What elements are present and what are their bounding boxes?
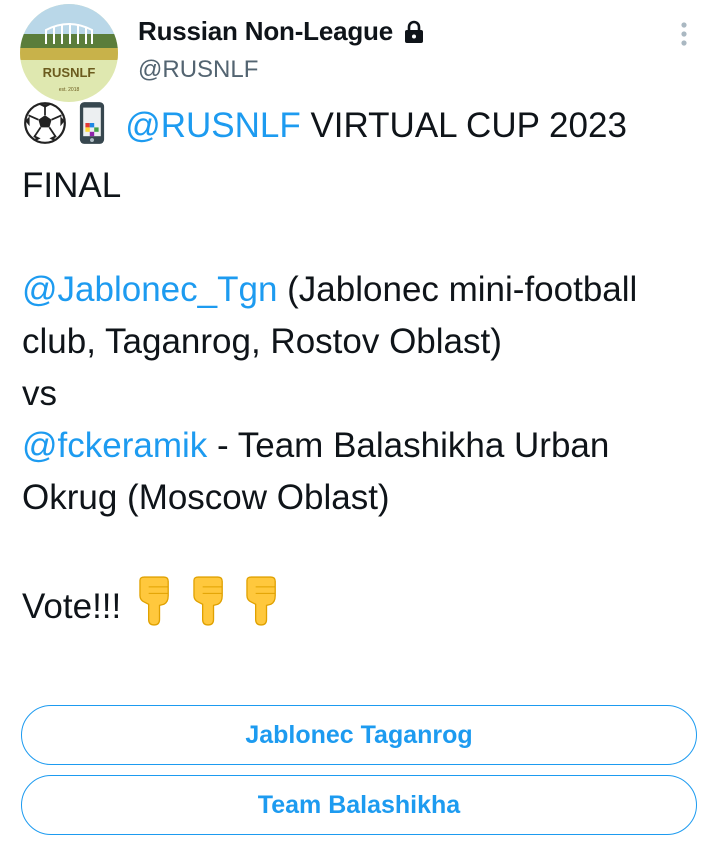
vote-text: Vote!!! xyxy=(22,587,131,626)
display-name[interactable]: Russian Non-League xyxy=(138,16,393,47)
author-name-row: Russian Non-League xyxy=(138,16,425,47)
avatar[interactable]: RUSNLF est. 2018 xyxy=(20,4,118,102)
tweet-title-text: VIRTUAL CUP 2023 FINAL xyxy=(22,106,637,205)
pointing-down-icon xyxy=(131,576,175,641)
tweet: RUSNLF est. 2018 Russian Non-League @RUS… xyxy=(0,0,720,842)
tweet-text: @RUSNLF VIRTUAL CUP 2023 FINAL @Jablonec… xyxy=(22,100,702,641)
soccer-ball-icon xyxy=(22,101,68,160)
poll-option-balashikha[interactable]: Team Balashikha xyxy=(21,775,697,835)
vs-text: vs xyxy=(22,374,57,413)
poll-option-jablonec[interactable]: Jablonec Taganrog xyxy=(21,705,697,765)
mention-jablonec[interactable]: @Jablonec_Tgn xyxy=(22,270,277,309)
pointing-down-icon xyxy=(238,576,282,641)
lock-icon xyxy=(403,20,425,44)
more-options-icon[interactable] xyxy=(672,20,696,48)
pointing-down-icon xyxy=(185,576,229,641)
svg-text:RUSNLF: RUSNLF xyxy=(43,65,96,80)
mention-fckeramik[interactable]: @fckeramik xyxy=(22,426,207,465)
author-handle[interactable]: @RUSNLF xyxy=(138,56,258,84)
mobile-phone-icon xyxy=(78,101,106,160)
mention-rusnlf[interactable]: @RUSNLF xyxy=(125,106,301,145)
svg-text:est. 2018: est. 2018 xyxy=(59,87,80,93)
